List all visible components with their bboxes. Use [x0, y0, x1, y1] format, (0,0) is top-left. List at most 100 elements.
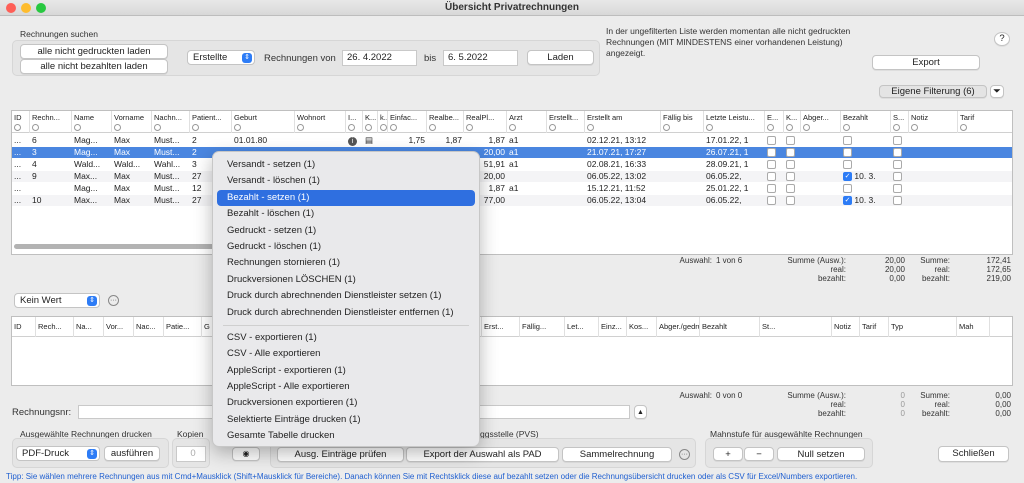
paid-checkbox[interactable] — [843, 148, 852, 158]
load-not-paid-button[interactable]: alle nicht bezahlten laden — [20, 59, 168, 74]
column-header[interactable]: S... — [891, 111, 909, 133]
column-header[interactable]: Let... — [565, 317, 599, 337]
checkbox[interactable] — [893, 184, 902, 194]
sort-circle-icon[interactable] — [74, 124, 81, 131]
sort-circle-icon[interactable] — [706, 124, 713, 131]
null-set-button[interactable]: Null setzen — [777, 447, 865, 461]
more-options-icon[interactable]: ··· — [679, 449, 690, 460]
column-header[interactable]: Patient... — [190, 111, 232, 133]
menu-item[interactable]: Gedruckt - setzen (1) — [217, 223, 475, 239]
column-header[interactable]: Tarif — [860, 317, 889, 337]
column-header[interactable]: Arzt — [507, 111, 547, 133]
column-header[interactable]: Na... — [74, 317, 104, 337]
menu-item[interactable]: Druckversionen LÖSCHEN (1) — [217, 272, 475, 288]
column-header[interactable]: Einfac... — [388, 111, 427, 133]
sort-circle-icon[interactable] — [911, 124, 918, 131]
checkbox[interactable] — [893, 196, 902, 206]
column-header[interactable]: Rech... — [36, 317, 74, 337]
sort-circle-icon[interactable] — [380, 124, 387, 131]
checkbox[interactable] — [893, 160, 902, 170]
sort-circle-icon[interactable] — [466, 124, 473, 131]
checkbox[interactable] — [786, 160, 795, 170]
filter-select[interactable]: Erstellte ⇕ — [187, 50, 255, 65]
menu-item[interactable]: Gesamte Tabelle drucken — [217, 428, 475, 444]
column-header[interactable]: Typ — [889, 317, 957, 337]
column-header[interactable]: k... — [378, 111, 388, 133]
filter-icon[interactable]: ⏷ — [990, 85, 1004, 98]
paid-checkbox[interactable]: ✓ — [843, 172, 852, 182]
sort-circle-icon[interactable] — [429, 124, 436, 131]
column-header[interactable]: E... — [765, 111, 784, 133]
column-header[interactable]: Bezahlt — [841, 111, 891, 133]
column-header[interactable]: ID — [12, 317, 36, 337]
column-header[interactable]: Erstellt am — [585, 111, 661, 133]
menu-item[interactable]: Gedruckt - löschen (1) — [217, 239, 475, 255]
column-header[interactable]: Nac... — [134, 317, 164, 337]
column-header[interactable]: Patie... — [164, 317, 202, 337]
sort-circle-icon[interactable] — [192, 124, 199, 131]
checkbox[interactable] — [786, 196, 795, 206]
menu-item[interactable]: CSV - Alle exportieren — [217, 346, 475, 362]
checkbox[interactable] — [767, 172, 776, 182]
column-header[interactable]: Tarif — [958, 111, 1012, 133]
checkbox[interactable] — [786, 184, 795, 194]
column-header[interactable]: Wohnort — [295, 111, 346, 133]
invoice-table[interactable]: ID Rechn... Name Vorname Nachn... Patient... G… — [11, 110, 1013, 255]
column-header[interactable]: RealPl... — [464, 111, 507, 133]
column-header[interactable]: K... — [363, 111, 378, 133]
column-header[interactable]: K... — [784, 111, 801, 133]
sort-circle-icon[interactable] — [549, 124, 556, 131]
dunning-minus-button[interactable]: − — [744, 447, 774, 461]
tipp-icon[interactable]: ◉ — [232, 447, 260, 461]
table-row[interactable]: ... 10 Max... Max Must... 27 77,00 06.05.22, 13… — [12, 195, 1012, 206]
sort-circle-icon[interactable] — [767, 124, 774, 131]
document-icon[interactable]: ▤ — [365, 135, 373, 145]
sort-circle-icon[interactable] — [32, 124, 39, 131]
menu-item[interactable]: Bezahlt - löschen (1) — [217, 206, 475, 222]
checkbox[interactable] — [893, 136, 902, 146]
column-header[interactable]: Realbe... — [427, 111, 464, 133]
export-pad-button[interactable]: Export der Auswahl als PAD — [406, 447, 559, 462]
sort-circle-icon[interactable] — [14, 124, 21, 131]
checkbox[interactable] — [893, 172, 902, 182]
column-header[interactable]: ID — [12, 111, 30, 133]
column-header[interactable]: Vorname — [112, 111, 152, 133]
checkbox[interactable] — [893, 148, 902, 158]
sort-circle-icon[interactable] — [234, 124, 241, 131]
column-header[interactable]: Vor... — [104, 317, 134, 337]
date-to-field[interactable]: 6. 5.2022 — [443, 50, 518, 66]
table-row[interactable]: ... 9 Max... Max Must... 27 20,00 06.05.22, 13:… — [12, 171, 1012, 182]
check-entries-button[interactable]: Ausg. Einträge prüfen — [277, 447, 404, 462]
sort-circle-icon[interactable] — [587, 124, 594, 131]
sort-circle-icon[interactable] — [663, 124, 670, 131]
menu-item[interactable]: Druckversionen exportieren (1) — [217, 395, 475, 411]
table-row[interactable]: ... 3 Mag... Max Must... 2 20,00 a1 21.07.21, 17… — [12, 147, 1012, 158]
help-button[interactable]: ? — [994, 32, 1010, 46]
menu-item[interactable]: Versandt - setzen (1) — [217, 157, 475, 173]
own-filter-button[interactable]: Eigene Filterung (6) — [879, 85, 987, 98]
checkbox[interactable] — [767, 184, 776, 194]
sort-circle-icon[interactable] — [365, 124, 372, 131]
paid-checkbox[interactable] — [843, 136, 852, 146]
menu-item[interactable]: Druck durch abrechnenden Dienstleister s… — [217, 288, 475, 304]
menu-item[interactable]: Rechnungen stornieren (1) — [217, 255, 475, 271]
expand-icon[interactable]: ▲ — [634, 405, 647, 419]
close-button[interactable]: Schließen — [938, 446, 1009, 462]
paid-checkbox[interactable]: ✓ — [843, 196, 852, 206]
column-header[interactable]: Letzte Leistu... — [704, 111, 765, 133]
column-header[interactable]: Notiz — [832, 317, 860, 337]
sort-circle-icon[interactable] — [893, 124, 900, 131]
table-row[interactable]: ... 4 Wald... Wald... Wahl... 3 51,91 a1 02.08.2… — [12, 159, 1012, 170]
column-header[interactable]: Erstellt... — [547, 111, 585, 133]
sort-circle-icon[interactable] — [297, 124, 304, 131]
table-row[interactable]: ... Mag... Max Must... 12 1,87 a1 15.12.21, 11:… — [12, 183, 1012, 194]
run-print-button[interactable]: ausführen — [104, 446, 160, 461]
column-header[interactable]: Name — [72, 111, 112, 133]
checkbox[interactable] — [767, 196, 776, 206]
checkbox[interactable] — [767, 136, 776, 146]
menu-item[interactable]: Bezahlt - setzen (1) — [217, 189, 475, 207]
load-not-printed-button[interactable]: alle nicht gedruckten laden — [20, 44, 168, 59]
column-header[interactable]: Rechn... — [30, 111, 72, 133]
column-header[interactable]: Fällig... — [520, 317, 565, 337]
detail-table[interactable]: IDRech...Na...Vor...Nac...Patie...Gllt v… — [11, 316, 1013, 386]
